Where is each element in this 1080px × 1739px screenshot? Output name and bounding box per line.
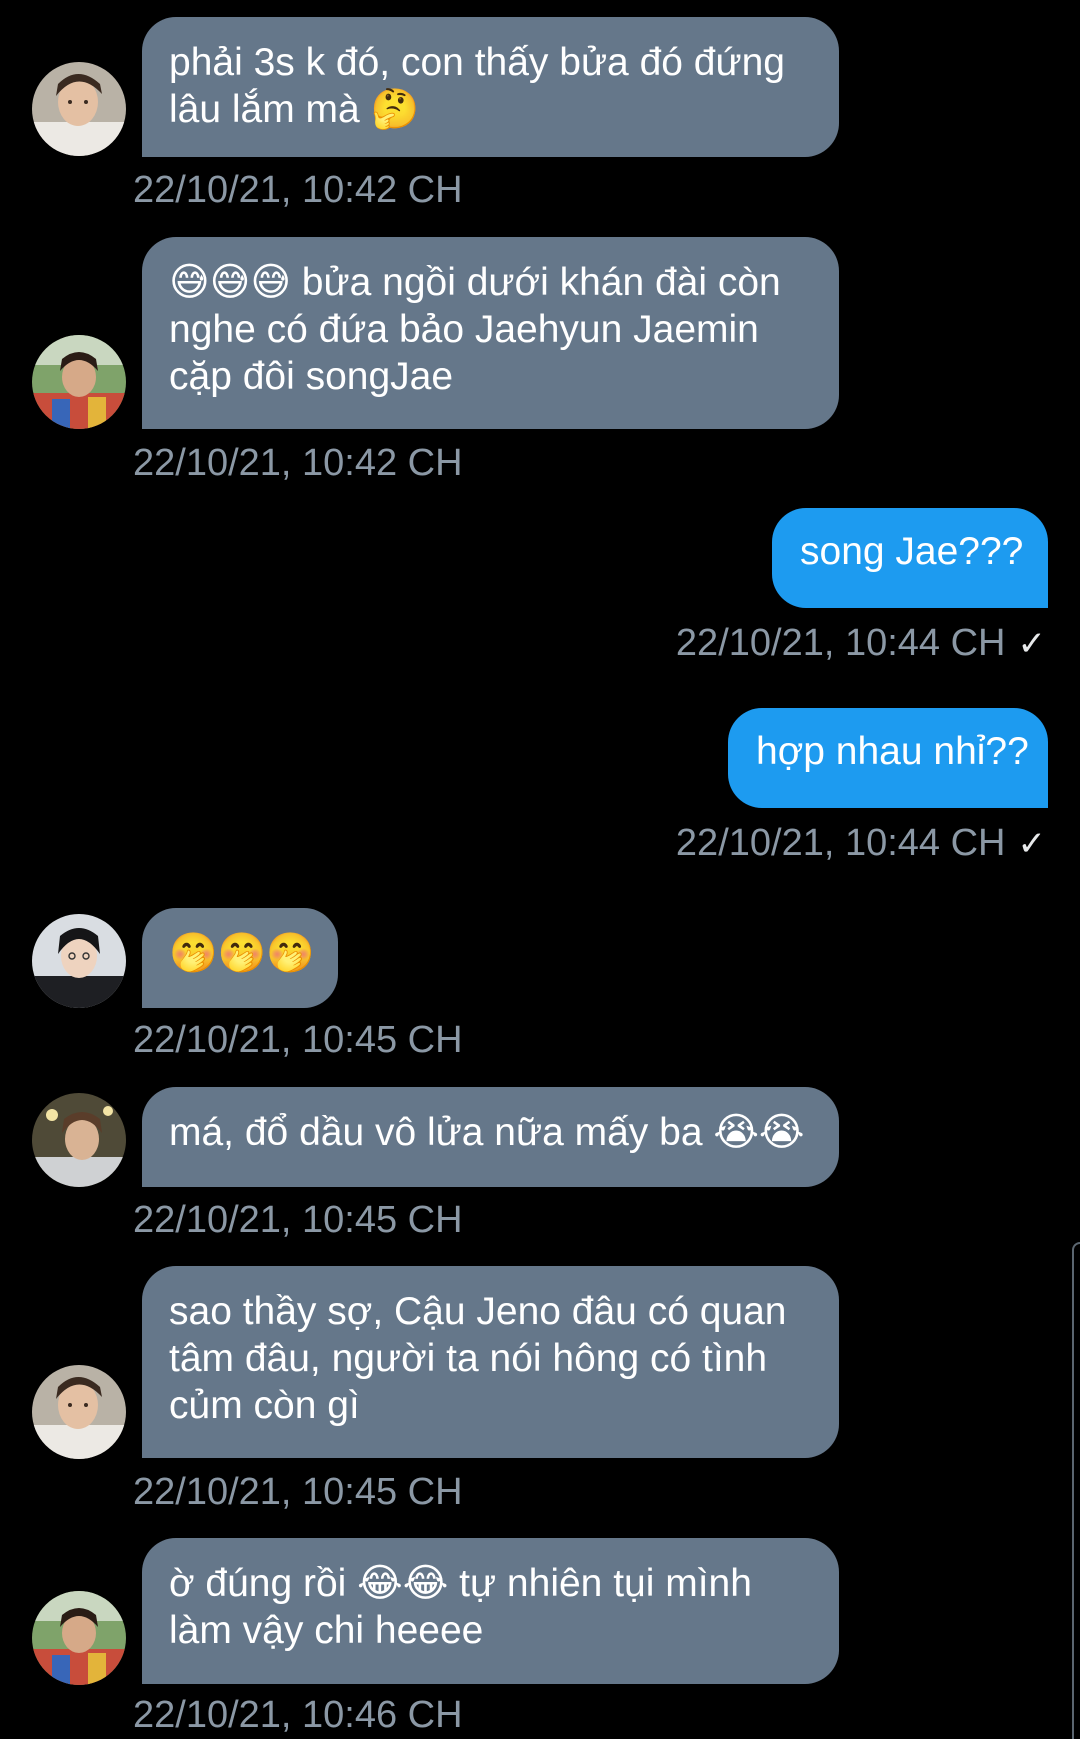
message-text: tâm đâu, người ta nói hông có tình (169, 1337, 768, 1380)
message-bubble[interactable]: song Jae??? (772, 508, 1048, 608)
avatar[interactable] (32, 914, 126, 1008)
message-timestamp: 22/10/21, 10:44 CH (675, 622, 1006, 664)
message-timestamp-row: 22/10/21, 10:44 CH ✓ (676, 621, 1046, 666)
scrollbar[interactable] (1072, 1242, 1080, 1739)
avatar[interactable] (32, 62, 126, 156)
message-bubble[interactable]: má, đổ dầu vô lửa nữa mấy ba 😭😭 (142, 1087, 839, 1187)
message-text: 😅😅😅 bửa ngồi dưới khán đài còn (169, 261, 781, 304)
conversation-thread: phải 3s k đó, con thấy bửa đó đứng lâu l… (0, 0, 1080, 1739)
message-timestamp-row: 22/10/21, 10:44 CH ✓ (676, 821, 1046, 866)
message-text: nghe có đứa bảo Jaehyun Jaemin (169, 308, 759, 351)
message-bubble[interactable]: hợp nhau nhỉ?? (728, 708, 1048, 808)
message-bubble[interactable]: sao thầy sợ, Cậu Jeno đâu có quan tâm đâ… (142, 1266, 839, 1458)
check-icon: ✓ (1017, 825, 1047, 863)
message-text: làm vậy chi heeee (169, 1609, 484, 1652)
message-timestamp: 22/10/21, 10:42 CH (133, 169, 463, 211)
message-text: cặp đôi songJae (169, 355, 454, 398)
message-text: 🤭🤭🤭 (169, 932, 315, 975)
message-timestamp: 22/10/21, 10:42 CH (133, 442, 463, 484)
message-text: má, đổ dầu vô lửa nữa mấy ba 😭😭 (169, 1111, 805, 1154)
message-timestamp: 22/10/21, 10:45 CH (133, 1019, 463, 1061)
avatar[interactable] (32, 1093, 126, 1187)
message-timestamp: 22/10/21, 10:45 CH (133, 1199, 463, 1241)
message-bubble[interactable]: 😅😅😅 bửa ngồi dưới khán đài còn nghe có đ… (142, 237, 839, 429)
message-text: song Jae??? (800, 530, 1024, 573)
message-text: hợp nhau nhỉ?? (756, 730, 1029, 773)
message-bubble[interactable]: 🤭🤭🤭 (142, 908, 338, 1008)
check-icon: ✓ (1017, 625, 1047, 663)
message-text: phải 3s k đó, con thấy bửa đó đứng (169, 41, 785, 84)
avatar[interactable] (32, 1365, 126, 1459)
message-timestamp: 22/10/21, 10:45 CH (133, 1471, 463, 1513)
message-bubble[interactable]: ờ đúng rồi 😂😂 tự nhiên tụi mình làm vậy … (142, 1538, 839, 1684)
message-text: lâu lắm mà 🤔 (169, 88, 420, 131)
message-timestamp: 22/10/21, 10:46 CH (133, 1694, 463, 1736)
message-timestamp: 22/10/21, 10:44 CH (675, 822, 1006, 864)
message-text: ờ đúng rồi 😂😂 tự nhiên tụi mình (169, 1562, 752, 1605)
message-text: sao thầy sợ, Cậu Jeno đâu có quan (169, 1290, 787, 1333)
avatar[interactable] (32, 1591, 126, 1685)
message-bubble[interactable]: phải 3s k đó, con thấy bửa đó đứng lâu l… (142, 17, 839, 157)
message-text: củm còn gì (169, 1384, 360, 1427)
avatar[interactable] (32, 335, 126, 429)
